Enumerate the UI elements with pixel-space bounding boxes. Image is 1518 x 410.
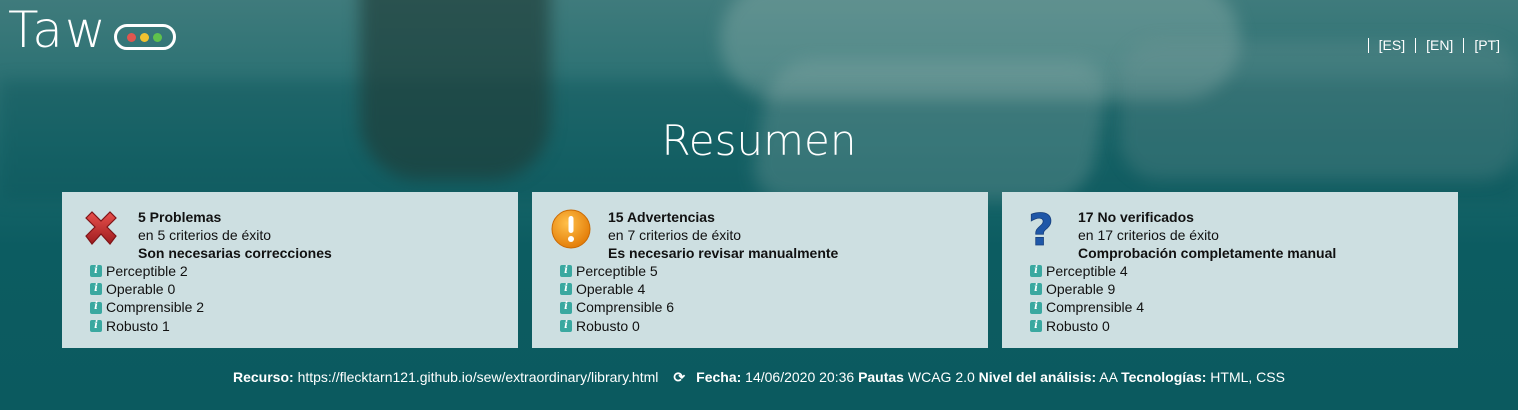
list-item: i Perceptible 5 bbox=[560, 262, 674, 280]
warnings-count: 15 Advertencias bbox=[608, 209, 715, 225]
resource-url[interactable]: https://flecktarn121.github.io/sew/extra… bbox=[298, 369, 659, 385]
list-item: i Operable 9 bbox=[1030, 280, 1144, 298]
list-item: i Comprensible 6 bbox=[560, 298, 674, 316]
info-icon[interactable]: i bbox=[1030, 320, 1042, 332]
info-icon[interactable]: i bbox=[560, 301, 572, 314]
unverified-summary: 17 No verificados en 17 criterios de éxi… bbox=[1078, 208, 1336, 262]
list-item: i Robusto 1 bbox=[90, 317, 204, 335]
technologies-value: HTML, CSS bbox=[1210, 369, 1285, 385]
info-icon[interactable]: i bbox=[560, 320, 572, 332]
info-icon[interactable]: i bbox=[90, 301, 102, 314]
level-value: AA bbox=[1099, 369, 1118, 385]
info-icon[interactable]: i bbox=[90, 320, 102, 332]
summary-cards: 5 Problemas en 5 criterios de éxito Son … bbox=[62, 192, 1458, 348]
list-item: i Comprensible 2 bbox=[90, 298, 204, 316]
warnings-criteria: en 7 criterios de éxito bbox=[608, 227, 742, 243]
technologies-label: Tecnologías: bbox=[1121, 369, 1207, 385]
list-item: i Robusto 0 bbox=[560, 317, 674, 335]
info-icon[interactable]: i bbox=[1030, 301, 1042, 314]
info-icon[interactable]: i bbox=[90, 265, 102, 278]
traffic-light-icon bbox=[113, 24, 176, 50]
unverified-criteria-list: i Perceptible 4 i Operable 9 i Comprensible… bbox=[1030, 262, 1144, 335]
problems-criteria-list: i Perceptible 2 i Operable 0 i Comprensible… bbox=[90, 262, 204, 335]
info-icon[interactable]: i bbox=[1030, 265, 1042, 278]
guidelines-label: Pautas bbox=[858, 369, 904, 385]
list-item: i Robusto 0 bbox=[1030, 317, 1144, 335]
warnings-note: Es necesario revisar manualmente bbox=[608, 245, 839, 261]
lang-es-link[interactable]: [ES] bbox=[1367, 38, 1405, 53]
unverified-note: Comprobación completamente manual bbox=[1078, 245, 1337, 261]
unverified-count: 17 No verificados bbox=[1078, 209, 1194, 225]
level-label: Nivel del análisis: bbox=[978, 369, 1097, 385]
info-icon[interactable]: i bbox=[1030, 283, 1042, 296]
list-item: i Operable 0 bbox=[90, 280, 204, 298]
warnings-card: 15 Advertencias en 7 criterios de éxito … bbox=[532, 192, 988, 348]
problems-count: 5 Problemas bbox=[138, 209, 222, 225]
unverified-criteria: en 17 criterios de éxito bbox=[1078, 227, 1219, 243]
svg-text:?: ? bbox=[1028, 208, 1054, 250]
warnings-summary: 15 Advertencias en 7 criterios de éxito … bbox=[608, 208, 838, 262]
page-title: Resumen bbox=[661, 116, 857, 165]
refresh-icon[interactable]: ⟳ bbox=[672, 369, 686, 386]
problems-card: 5 Problemas en 5 criterios de éxito Son … bbox=[62, 192, 518, 348]
problems-summary: 5 Problemas en 5 criterios de éxito Son … bbox=[138, 208, 332, 262]
info-icon[interactable]: i bbox=[560, 265, 572, 278]
unverified-card: ? 17 No verificados en 17 criterios de é… bbox=[1002, 192, 1458, 348]
language-selector: [ES] [EN] [PT] bbox=[1358, 38, 1500, 53]
info-icon[interactable]: i bbox=[90, 283, 102, 296]
analysis-info: Recurso: https://flecktarn121.github.io/… bbox=[0, 369, 1518, 386]
list-item: i Perceptible 2 bbox=[90, 262, 204, 280]
list-item: i Perceptible 4 bbox=[1030, 262, 1144, 280]
lang-pt-link[interactable]: [PT] bbox=[1463, 38, 1500, 53]
problems-note: Son necesarias correcciones bbox=[138, 245, 332, 261]
date-label: Fecha: bbox=[696, 369, 742, 385]
list-item: i Operable 4 bbox=[560, 280, 674, 298]
question-icon: ? bbox=[1028, 208, 1054, 250]
error-x-icon bbox=[85, 211, 117, 245]
problems-criteria: en 5 criterios de éxito bbox=[138, 227, 272, 243]
guidelines-value: WCAG 2.0 bbox=[907, 369, 975, 385]
date-value: 14/06/2020 20:36 bbox=[745, 369, 855, 385]
warning-icon bbox=[551, 209, 591, 249]
info-icon[interactable]: i bbox=[560, 283, 572, 296]
list-item: i Comprensible 4 bbox=[1030, 298, 1144, 316]
taw-logo[interactable]: Taw bbox=[8, 2, 176, 56]
warnings-criteria-list: i Perceptible 5 i Operable 4 i Comprensible… bbox=[560, 262, 674, 335]
resource-label: Recurso: bbox=[233, 369, 294, 385]
lang-en-link[interactable]: [EN] bbox=[1415, 38, 1453, 53]
logo-text: Taw bbox=[8, 1, 108, 59]
